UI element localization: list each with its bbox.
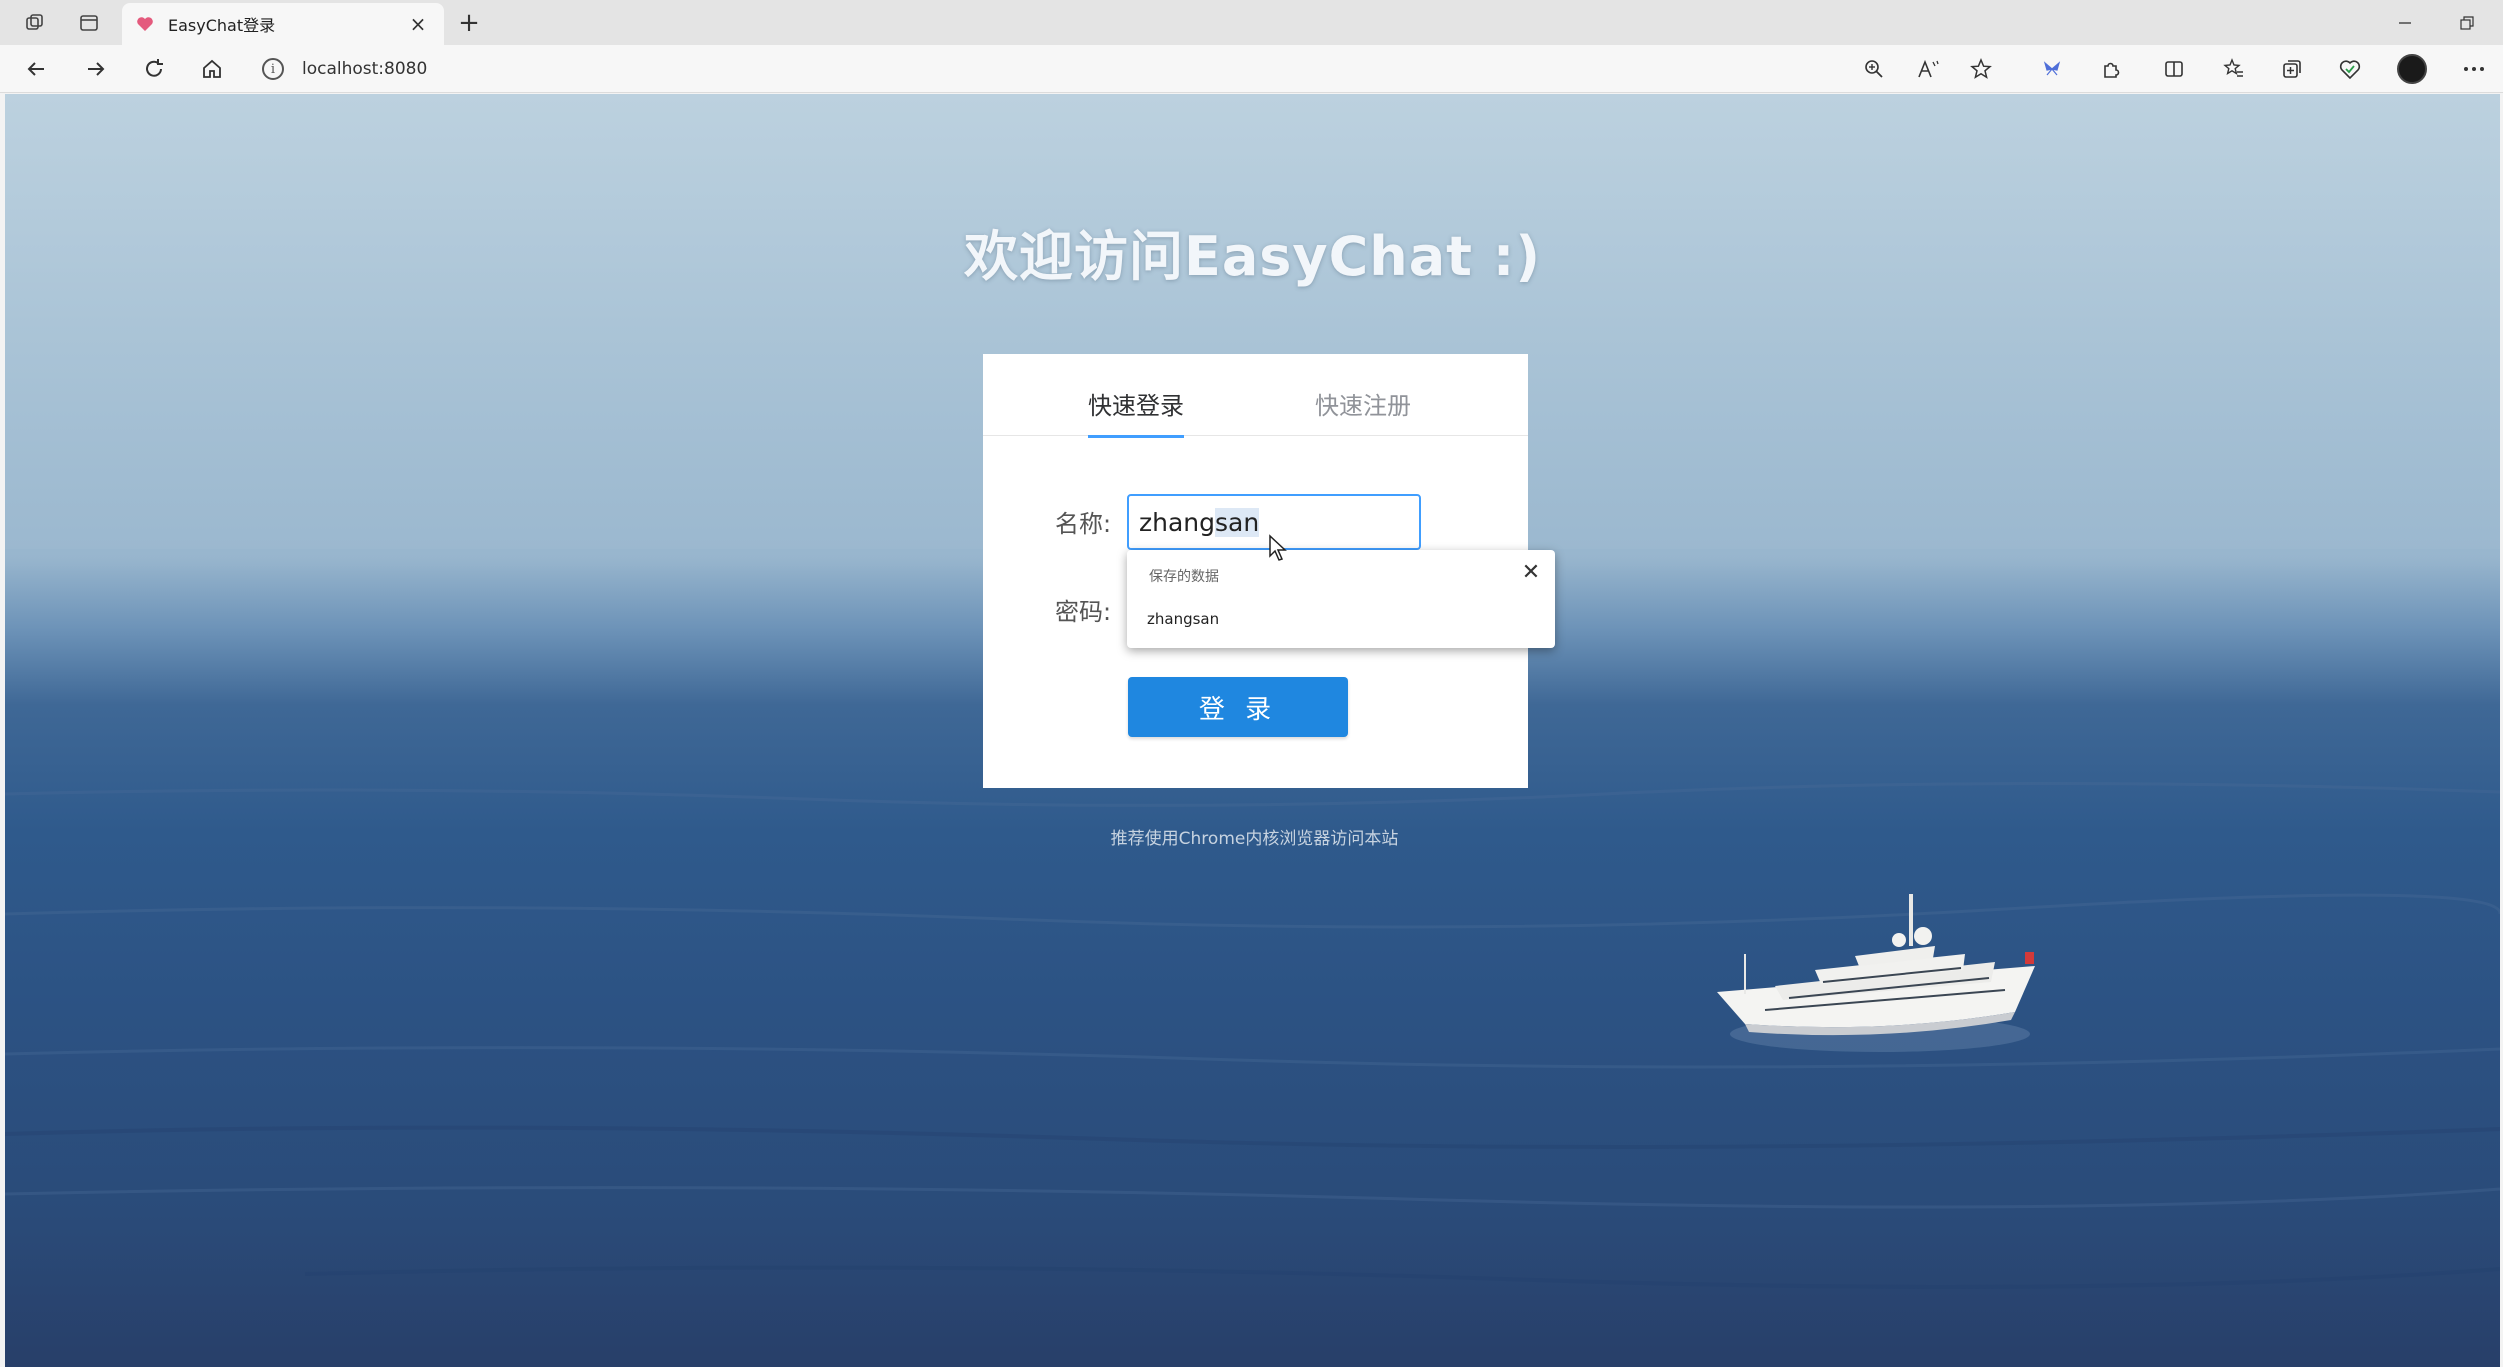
forward-arrow-icon[interactable] (78, 53, 114, 85)
collections-icon[interactable] (2274, 53, 2310, 85)
name-input-autocomplete: san (1215, 507, 1260, 537)
read-aloud-icon[interactable] (1910, 53, 1946, 85)
tab-quick-register[interactable]: 快速注册 (1315, 386, 1411, 421)
extension-butterfly-icon[interactable] (2034, 53, 2070, 85)
minimize-icon[interactable] (2374, 0, 2436, 45)
login-button[interactable]: 登 录 (1128, 677, 1348, 737)
favorite-star-icon[interactable] (1963, 53, 1999, 85)
profile-avatar-icon[interactable] (2394, 53, 2430, 85)
mouse-cursor-icon (1269, 534, 1287, 561)
browser-tab-active[interactable]: EasyChat登录 × (122, 3, 444, 45)
tab-close-icon[interactable]: × (406, 12, 430, 36)
browser-toolbar: i localhost:8080 (0, 45, 2503, 93)
url-text: localhost:8080 (302, 59, 428, 79)
more-menu-icon[interactable] (2456, 53, 2492, 85)
page-viewport: 欢迎访问EasyChat :) 快速登录 快速注册 名称: zhang san 密… (5, 94, 2500, 1367)
password-label: 密码: (1055, 598, 1112, 626)
zoom-icon[interactable] (1856, 53, 1892, 85)
login-tabs: 快速登录 快速注册 (983, 354, 1528, 438)
autofill-header: 保存的数据 (1149, 569, 1219, 585)
autofill-close-icon[interactable]: ✕ (1517, 558, 1545, 586)
site-info-icon[interactable]: i (262, 58, 284, 80)
yacht-image (1717, 894, 2035, 1052)
back-arrow-icon[interactable] (18, 53, 54, 85)
refresh-icon[interactable] (136, 53, 172, 85)
home-icon[interactable] (194, 53, 230, 85)
autofill-dropdown: 保存的数据 ✕ zhangsan (1127, 550, 1555, 648)
split-screen-icon[interactable] (2156, 53, 2192, 85)
autofill-suggestion[interactable]: zhangsan (1147, 610, 1219, 628)
browser-essentials-icon[interactable] (2332, 53, 2368, 85)
heart-favicon-icon (136, 13, 158, 35)
favorites-list-icon[interactable] (2216, 53, 2252, 85)
browser-hint: 推荐使用Chrome内核浏览器访问本站 (1110, 829, 1399, 849)
name-label: 名称: (1055, 510, 1112, 538)
tab-quick-login[interactable]: 快速登录 (1088, 386, 1184, 438)
name-input-typed: zhang (1139, 507, 1216, 537)
restore-icon[interactable] (2436, 0, 2498, 45)
tab-actions-icon[interactable] (72, 8, 106, 38)
workspaces-icon[interactable] (18, 8, 52, 38)
browser-tab-strip: EasyChat登录 × + (0, 0, 2503, 45)
tab-title: EasyChat登录 (168, 16, 276, 35)
extensions-puzzle-icon[interactable] (2093, 53, 2129, 85)
welcome-heading: 欢迎访问EasyChat :) (963, 225, 1542, 288)
address-bar[interactable]: i localhost:8080 (262, 52, 1862, 86)
new-tab-button[interactable]: + (452, 7, 486, 39)
